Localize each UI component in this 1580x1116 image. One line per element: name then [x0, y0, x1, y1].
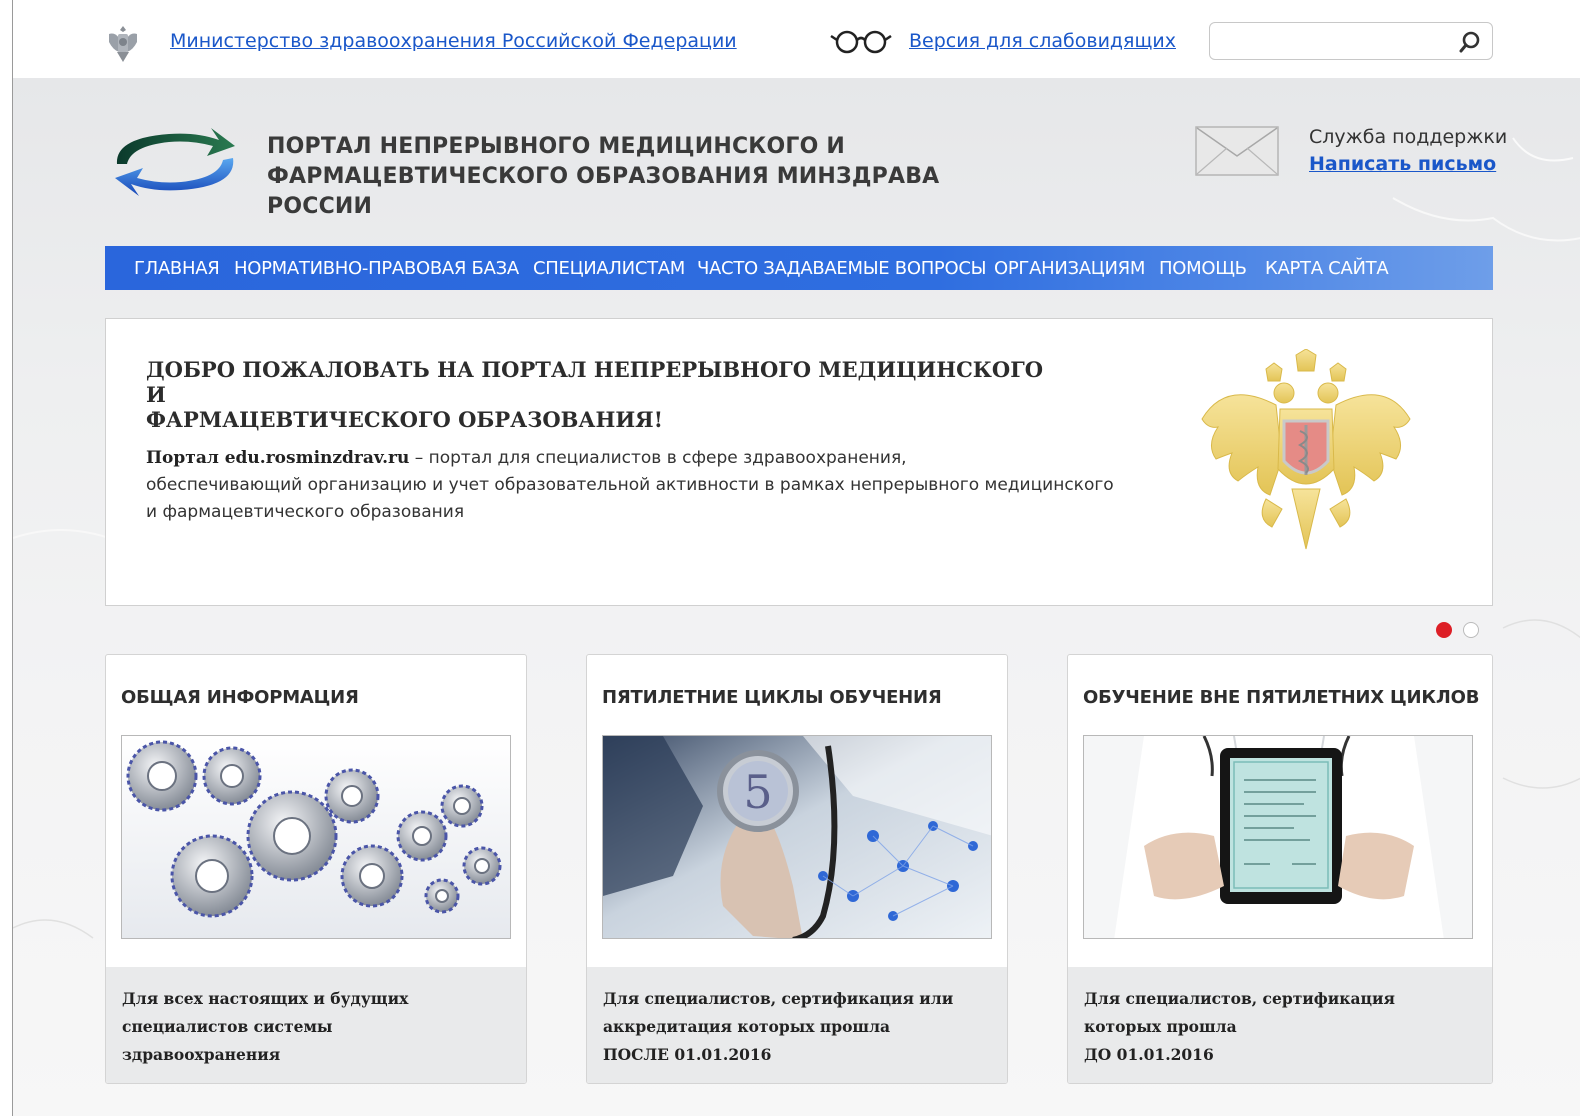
- slider-dot-1[interactable]: [1436, 622, 1452, 638]
- card-title: ПЯТИЛЕТНИЕ ЦИКЛЫ ОБУЧЕНИЯ: [602, 687, 942, 708]
- card-description: Для специалистов, сертификация или аккре…: [603, 985, 983, 1069]
- card-title: ОБУЧЕНИЕ ВНЕ ПЯТИЛЕТНИХ ЦИКЛОВ: [1083, 687, 1480, 708]
- number-five-label: 5: [743, 765, 772, 819]
- card-description: Для специалистов, сертификация которых п…: [1084, 985, 1464, 1069]
- nav-item-legal-base[interactable]: НОРМАТИВНО-ПРАВОВАЯ БАЗА: [234, 258, 519, 279]
- write-letter-link[interactable]: Написать письмо: [1309, 153, 1496, 175]
- nav-item-faq[interactable]: ЧАСТО ЗАДАВАЕМЫЕ ВОПРОСЫ: [697, 258, 987, 279]
- nav-item-sitemap[interactable]: КАРТА САЙТА: [1265, 258, 1389, 279]
- page-frame: Министерство здравоохранения Российской …: [12, 0, 1580, 1116]
- card-outside-cycles[interactable]: ОБУЧЕНИЕ ВНЕ ПЯТИЛЕТНИХ ЦИКЛОВ Для специ…: [1067, 654, 1493, 1084]
- support-label: Служба поддержки: [1309, 126, 1508, 148]
- card-five-year-cycles[interactable]: ПЯТИЛЕТНИЕ ЦИКЛЫ ОБУЧЕНИЯ 5 Для специали…: [586, 654, 1008, 1084]
- card-desc-line3: ПОСЛЕ 01.01.2016: [603, 1045, 772, 1064]
- card-desc-line2: которых прошла: [1084, 1017, 1237, 1036]
- card-footer: Для всех настоящих и будущих специалисто…: [106, 967, 526, 1083]
- banner-text-line1: – портал для специалистов в сфере здраво…: [409, 448, 907, 468]
- stethoscope-icon: 5: [603, 736, 991, 938]
- welcome-banner: ДОБРО ПОЖАЛОВАТЬ НА ПОРТАЛ НЕПРЕРЫВНОГО …: [105, 318, 1493, 606]
- banner-text-line3: и фармацевтического образования: [146, 502, 465, 522]
- card-desc-line3: ДО 01.01.2016: [1084, 1045, 1214, 1064]
- portal-title: ПОРТАЛ НЕПРЕРЫВНОГО МЕДИЦИНСКОГО И ФАРМА…: [267, 132, 967, 222]
- envelope-icon[interactable]: [1195, 126, 1279, 176]
- banner-title-line1: ДОБРО ПОЖАЛОВАТЬ НА ПОРТАЛ НЕПРЕРЫВНОГО …: [146, 357, 1043, 407]
- main-nav: ГЛАВНАЯ НОРМАТИВНО-ПРАВОВАЯ БАЗА СПЕЦИАЛ…: [105, 246, 1493, 290]
- banner-text-line2: обеспечивающий организацию и учет образо…: [146, 475, 1114, 495]
- card-title: ОБЩАЯ ИНФОРМАЦИЯ: [121, 687, 359, 708]
- nav-item-help[interactable]: ПОМОЩЬ: [1159, 258, 1247, 279]
- search-icon[interactable]: [1458, 30, 1482, 54]
- banner-text: Портал edu.rosminzdrav.ru – портал для с…: [146, 445, 1156, 526]
- low-vision-link[interactable]: Версия для слабовидящих: [909, 30, 1176, 52]
- card-desc-line1: Для всех настоящих и будущих: [122, 989, 409, 1008]
- tablet-certificate-image: [1083, 735, 1473, 939]
- card-desc-line1: Для специалистов, сертификация или: [603, 989, 954, 1008]
- banner-text-strong: Портал edu.rosminzdrav.ru: [146, 448, 410, 468]
- gears-icon: [122, 736, 510, 938]
- stethoscope-image: 5: [602, 735, 992, 939]
- glasses-icon: [830, 30, 892, 54]
- card-desc-line3: здравоохранения: [122, 1045, 281, 1064]
- card-desc-line1: Для специалистов, сертификация: [1084, 989, 1395, 1008]
- card-footer: Для специалистов, сертификация или аккре…: [587, 967, 1007, 1083]
- coat-of-arms-icon: [109, 26, 137, 62]
- nav-item-specialists[interactable]: СПЕЦИАЛИСТАМ: [533, 258, 685, 279]
- search-box: [1209, 22, 1493, 60]
- card-desc-line2: аккредитация которых прошла: [603, 1017, 891, 1036]
- tablet-certificate-icon: [1084, 736, 1472, 938]
- card-description: Для всех настоящих и будущих специалисто…: [122, 985, 502, 1069]
- ministry-link[interactable]: Министерство здравоохранения Российской …: [170, 30, 737, 52]
- slider-dot-2[interactable]: [1463, 622, 1479, 638]
- banner-title-line2: ФАРМАЦЕВТИЧЕСКОГО ОБРАЗОВАНИЯ!: [146, 407, 663, 432]
- search-input[interactable]: [1220, 29, 1440, 53]
- top-bar: Министерство здравоохранения Российской …: [13, 0, 1580, 78]
- gears-image: [121, 735, 511, 939]
- card-footer: Для специалистов, сертификация которых п…: [1068, 967, 1492, 1083]
- portal-title-line1: ПОРТАЛ НЕПРЕРЫВНОГО МЕДИЦИНСКОГО И: [267, 134, 845, 159]
- banner-title: ДОБРО ПОЖАЛОВАТЬ НА ПОРТАЛ НЕПРЕРЫВНОГО …: [146, 357, 1046, 432]
- nav-item-home[interactable]: ГЛАВНАЯ: [134, 258, 220, 279]
- portal-title-line2: ФАРМАЦЕВТИЧЕСКОГО ОБРАЗОВАНИЯ МИНЗДРАВА …: [267, 164, 940, 219]
- card-desc-line2: специалистов системы: [122, 1017, 333, 1036]
- circular-arrows-logo: [115, 128, 235, 196]
- ministry-emblem: [1201, 349, 1411, 550]
- nav-item-organizations[interactable]: ОРГАНИЗАЦИЯМ: [994, 258, 1145, 279]
- card-general-info[interactable]: ОБЩАЯ ИНФОРМАЦИЯ Для всех настоящих и бу…: [105, 654, 527, 1084]
